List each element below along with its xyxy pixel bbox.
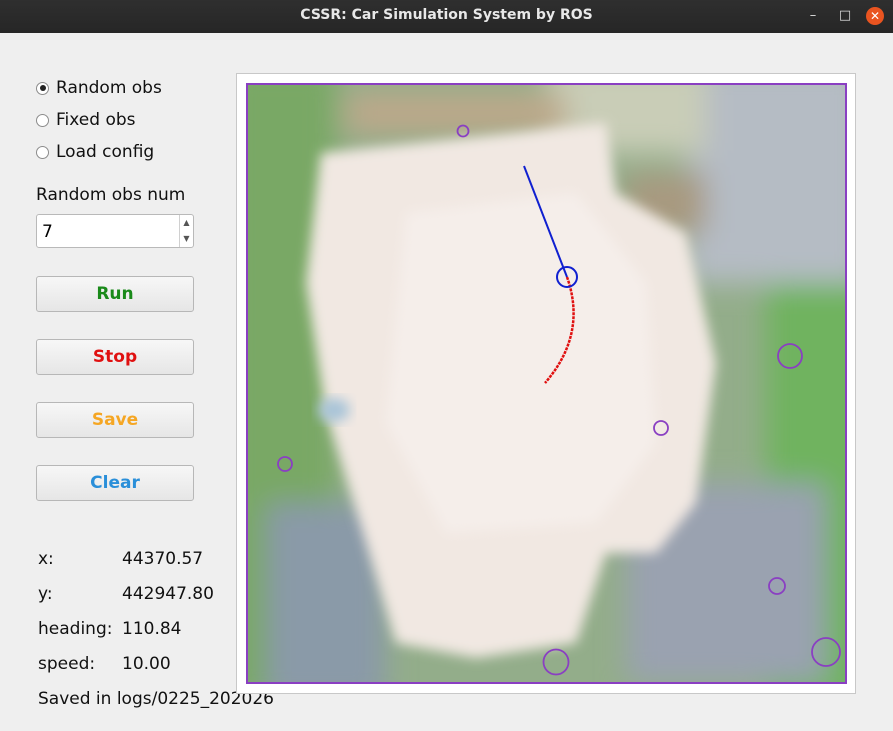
random-obs-num-spinbox[interactable]: 7 ▲ ▼	[36, 214, 194, 248]
save-button[interactable]: Save	[36, 402, 194, 438]
close-icon[interactable]: ✕	[866, 7, 884, 25]
minimize-icon[interactable]: –	[804, 7, 822, 25]
random-obs-num-value[interactable]: 7	[42, 222, 53, 242]
x-value: 44370.57	[122, 549, 204, 569]
radio-random-obs[interactable]: Random obs	[36, 77, 162, 99]
radio-load-config-label: Load config	[56, 142, 155, 162]
clear-button[interactable]: Clear	[36, 465, 194, 501]
spin-down-icon[interactable]: ▼	[180, 231, 193, 247]
window-title: CSSR: Car Simulation System by ROS	[300, 7, 593, 23]
y-value: 442947.80	[122, 584, 214, 604]
simulation-canvas[interactable]	[246, 83, 847, 684]
speed-label: speed:	[38, 654, 96, 674]
heading-label: heading:	[38, 619, 113, 639]
radio-selected-icon[interactable]	[36, 81, 49, 95]
spin-up-icon[interactable]: ▲	[180, 215, 193, 231]
maximize-icon[interactable]: □	[836, 7, 854, 25]
radio-fixed-obs[interactable]: Fixed obs	[36, 109, 136, 131]
title-bar: CSSR: Car Simulation System by ROS – □ ✕	[0, 0, 893, 33]
heading-value: 110.84	[122, 619, 182, 639]
speed-value: 10.00	[122, 654, 171, 674]
radio-load-config[interactable]: Load config	[36, 141, 154, 163]
aerial-map-background	[246, 83, 847, 684]
radio-fixed-obs-label: Fixed obs	[56, 110, 136, 130]
y-label: y:	[38, 584, 53, 604]
spinbox-arrows[interactable]: ▲ ▼	[179, 215, 193, 247]
x-label: x:	[38, 549, 54, 569]
radio-unselected-icon[interactable]	[36, 113, 49, 127]
radio-unselected-icon[interactable]	[36, 145, 49, 159]
random-obs-num-label: Random obs num	[36, 185, 186, 205]
stop-button[interactable]: Stop	[36, 339, 194, 375]
radio-random-obs-label: Random obs	[56, 78, 162, 98]
run-button[interactable]: Run	[36, 276, 194, 312]
